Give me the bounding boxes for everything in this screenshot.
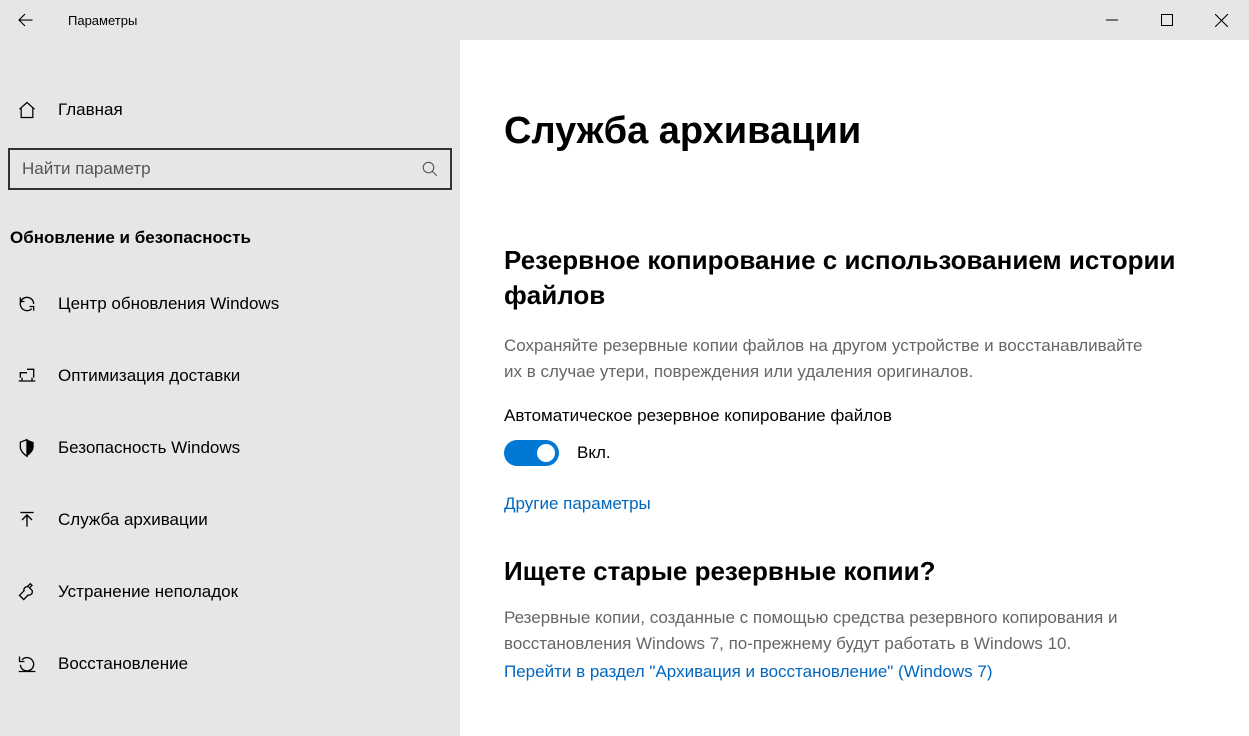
main-content: Служба архивации Резервное копирование с…	[460, 40, 1249, 736]
sidebar-item-label: Восстановление	[58, 654, 188, 674]
section-heading-file-history: Резервное копирование с использованием и…	[504, 243, 1209, 313]
section-description: Сохраняйте резервные копии файлов на дру…	[504, 333, 1144, 384]
toggle-state-text: Вкл.	[577, 443, 611, 463]
back-button[interactable]	[0, 0, 50, 40]
sidebar-item-label: Оптимизация доставки	[58, 366, 240, 386]
search-input[interactable]	[10, 159, 410, 179]
minimize-icon	[1106, 14, 1118, 26]
search-icon	[410, 160, 450, 178]
close-icon	[1215, 14, 1228, 27]
minimize-button[interactable]	[1084, 0, 1139, 40]
sync-icon	[16, 294, 38, 314]
shield-icon	[16, 438, 38, 458]
section-title: Обновление и безопасность	[0, 208, 460, 268]
sidebar-item-label: Служба архивации	[58, 510, 208, 530]
sidebar: Главная Обновление и безопасность Центр …	[0, 40, 460, 736]
auto-backup-toggle[interactable]	[504, 440, 559, 466]
recovery-icon	[16, 654, 38, 674]
backup-icon	[16, 510, 38, 530]
sidebar-item-label: Безопасность Windows	[58, 438, 240, 458]
close-button[interactable]	[1194, 0, 1249, 40]
win7-backup-link[interactable]: Перейти в раздел "Архивация и восстановл…	[504, 662, 1209, 682]
more-options-link[interactable]: Другие параметры	[504, 494, 1209, 514]
window-title: Параметры	[50, 13, 137, 28]
home-label: Главная	[58, 100, 123, 120]
toggle-label: Автоматическое резервное копирование фай…	[504, 406, 1209, 426]
sidebar-item-troubleshoot[interactable]: Устранение неполадок	[0, 556, 460, 628]
maximize-icon	[1161, 14, 1173, 26]
sidebar-item-label: Центр обновления Windows	[58, 294, 279, 314]
section-heading-old-backups: Ищете старые резервные копии?	[504, 556, 1209, 587]
sidebar-item-delivery-optimization[interactable]: Оптимизация доставки	[0, 340, 460, 412]
sidebar-item-backup[interactable]: Служба архивации	[0, 484, 460, 556]
home-icon	[16, 100, 38, 120]
sidebar-item-recovery[interactable]: Восстановление	[0, 628, 460, 700]
maximize-button[interactable]	[1139, 0, 1194, 40]
sidebar-item-label: Устранение неполадок	[58, 582, 238, 602]
delivery-icon	[16, 366, 38, 386]
sidebar-item-windows-update[interactable]: Центр обновления Windows	[0, 268, 460, 340]
search-box[interactable]	[8, 148, 452, 190]
section-description-old: Резервные копии, созданные с помощью сре…	[504, 605, 1144, 656]
home-link[interactable]: Главная	[0, 90, 460, 138]
wrench-icon	[16, 582, 38, 602]
page-title: Служба архивации	[504, 110, 1209, 153]
sidebar-item-windows-security[interactable]: Безопасность Windows	[0, 412, 460, 484]
arrow-left-icon	[16, 11, 34, 29]
